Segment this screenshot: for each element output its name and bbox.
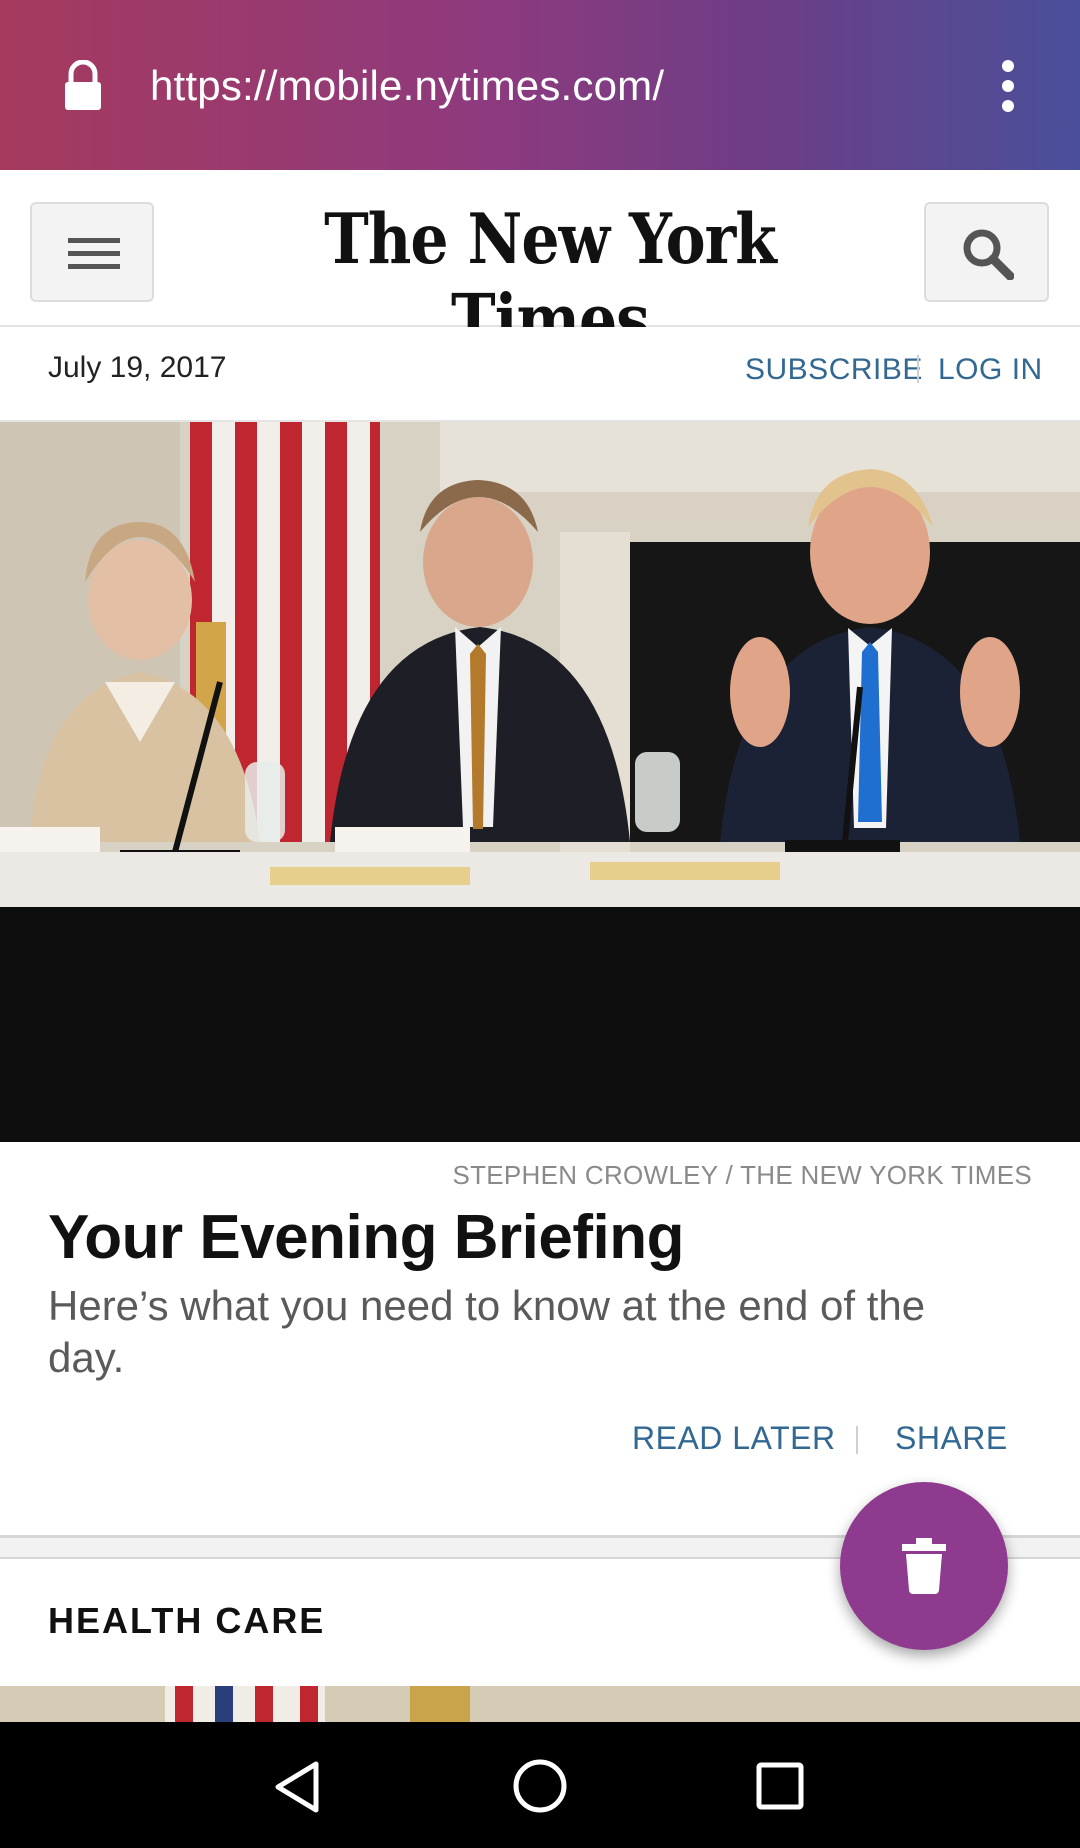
- search-icon: [963, 229, 1014, 280]
- section-image[interactable]: [0, 1686, 1080, 1722]
- current-date: July 19, 2017: [48, 351, 227, 384]
- back-triangle-icon[interactable]: [272, 1760, 322, 1814]
- lock-icon: [65, 60, 101, 110]
- home-circle-icon[interactable]: [512, 1758, 568, 1814]
- login-link[interactable]: LOG IN: [938, 353, 1043, 387]
- url-field[interactable]: https://mobile.nytimes.com/: [150, 62, 664, 110]
- site-header: The New York Times: [0, 170, 1080, 361]
- menu-button[interactable]: [30, 202, 154, 302]
- section-title[interactable]: HEALTH CARE: [48, 1600, 325, 1642]
- recents-square-icon[interactable]: [756, 1762, 804, 1810]
- photo-credit: STEPHEN CROWLEY / THE NEW YORK TIMES: [452, 1160, 1032, 1190]
- date-bar: July 19, 2017 SUBSCRIBE LOG IN: [0, 327, 1080, 422]
- hero-photo: [0, 422, 1080, 1142]
- divider: [856, 1426, 858, 1454]
- delete-fab[interactable]: [840, 1482, 1008, 1650]
- read-later-link[interactable]: READ LATER: [632, 1420, 836, 1457]
- article-headline[interactable]: Your Evening Briefing: [48, 1202, 684, 1273]
- share-link[interactable]: SHARE: [895, 1420, 1008, 1457]
- kebab-menu-icon[interactable]: [990, 58, 1026, 114]
- trash-icon: [902, 1538, 946, 1594]
- divider: [917, 355, 919, 383]
- article-hero-image[interactable]: [0, 422, 1080, 1142]
- section-photo: [0, 1686, 1080, 1722]
- screen: https://mobile.nytimes.com/ The New York…: [0, 0, 1080, 1848]
- browser-url-bar: https://mobile.nytimes.com/: [0, 0, 1080, 170]
- article-summary: Here’s what you need to know at the end …: [48, 1282, 926, 1381]
- system-nav-bar: [0, 1722, 1080, 1848]
- hamburger-icon: [68, 238, 120, 269]
- subscribe-link[interactable]: SUBSCRIBE: [745, 353, 923, 387]
- search-button[interactable]: [924, 202, 1049, 302]
